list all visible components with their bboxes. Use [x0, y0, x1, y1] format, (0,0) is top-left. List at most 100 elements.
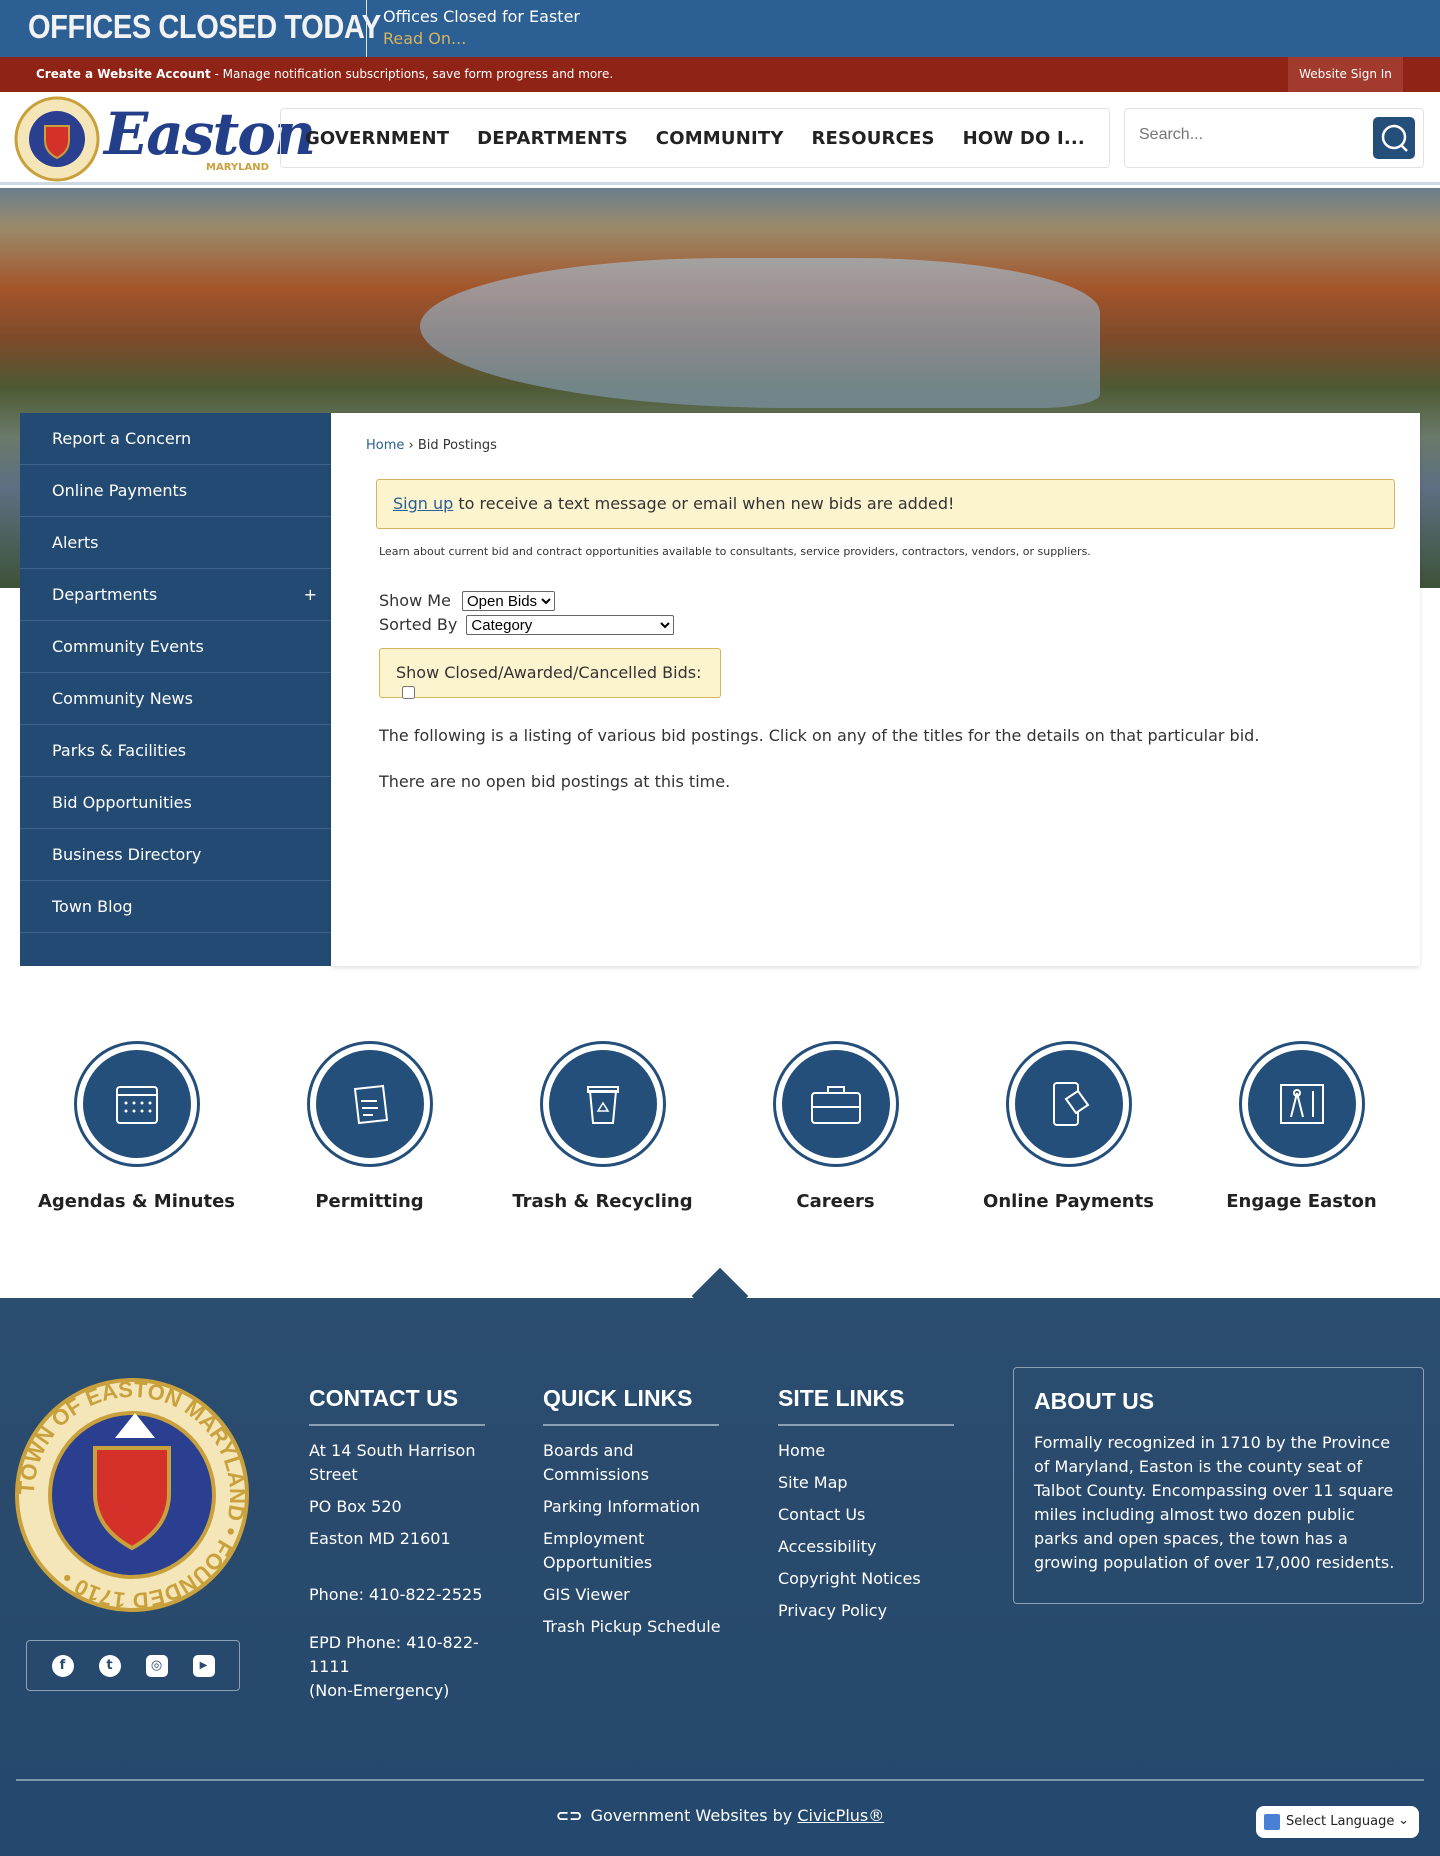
quick-link-label: Agendas & Minutes	[37, 1191, 236, 1212]
sidebar-item-label: Town Blog	[52, 897, 133, 916]
footer-link-privacy[interactable]: Privacy Policy	[778, 1599, 887, 1623]
sidebar-item-label: Community News	[52, 689, 193, 708]
quick-link-label: Trash & Recycling	[512, 1191, 693, 1212]
sidebar-item-report-a-concern[interactable]: Report a Concern	[20, 413, 331, 465]
recycle-bin-icon	[586, 1086, 619, 1124]
hero-river	[420, 258, 1100, 408]
expand-icon[interactable]: +	[304, 569, 317, 621]
show-me-select[interactable]: Open Bids	[462, 591, 555, 611]
show-me-row: Show Me Open Bids	[379, 591, 555, 611]
chevron-down-icon: ⌄	[1398, 1813, 1409, 1828]
contact-phone: Phone: 410-822-2525	[309, 1585, 483, 1604]
website-sign-in-button[interactable]: Website Sign In	[1288, 57, 1403, 92]
youtube-icon[interactable]: ▶	[192, 1654, 215, 1677]
select-language-label: Select Language	[1286, 1814, 1395, 1829]
sidebar-item-departments[interactable]: Departments +	[20, 569, 331, 621]
account-description: - Manage notification subscriptions, sav…	[210, 67, 614, 81]
sorted-by-select[interactable]: Category	[466, 615, 675, 635]
select-language-dropdown[interactable]: Select Language ⌄	[1256, 1806, 1419, 1838]
quick-links-heading: QUICK LINKS	[543, 1385, 719, 1426]
quick-link-trash-recycling[interactable]: Trash & Recycling	[486, 1041, 719, 1212]
sidebar-item-bid-opportunities[interactable]: Bid Opportunities	[20, 777, 331, 829]
site-links-heading: SITE LINKS	[778, 1385, 954, 1426]
intro-text: Learn about current bid and contract opp…	[379, 545, 1091, 558]
sidebar-item-business-directory[interactable]: Business Directory	[20, 829, 331, 881]
sorted-by-label: Sorted By	[379, 615, 458, 634]
footer-link-accessibility[interactable]: Accessibility	[778, 1535, 876, 1559]
town-seal: TOWN OF EASTON MARYLAND • FOUNDED 1710 •	[15, 1378, 249, 1612]
footer-link-boards[interactable]: Boards and Commissions	[543, 1439, 713, 1487]
logo-state: MARYLAND	[206, 162, 269, 173]
search-box	[1124, 108, 1424, 168]
quick-link-agendas-minutes[interactable]: Agendas & Minutes	[20, 1041, 253, 1212]
civicplus-link[interactable]: CivicPlus®	[797, 1806, 884, 1825]
nav-departments[interactable]: DEPARTMENTS	[477, 128, 628, 149]
alert-read-on-link[interactable]: Read On...	[383, 29, 466, 48]
signup-link[interactable]: Sign up	[393, 494, 453, 513]
signup-text: to receive a text message or email when …	[453, 494, 955, 513]
footer-link-trash-schedule[interactable]: Trash Pickup Schedule	[543, 1615, 721, 1639]
sidebar-item-label: Parks & Facilities	[52, 741, 187, 760]
footer-link-parking[interactable]: Parking Information	[543, 1495, 700, 1519]
site-header: Easton MARYLAND GOVERNMENT DEPARTMENTS C…	[0, 92, 1440, 185]
phone-payment-icon	[1052, 1082, 1089, 1126]
quick-link-label: Careers	[796, 1191, 875, 1212]
contact-non-emergency: (Non-Emergency)	[309, 1681, 450, 1700]
sidebar-item-community-events[interactable]: Community Events	[20, 621, 331, 673]
main-content: Home › Bid Postings Sign up to receive a…	[331, 413, 1420, 966]
breadcrumb-current: Bid Postings	[417, 438, 497, 453]
home-logo-link[interactable]: Easton MARYLAND	[14, 96, 316, 182]
town-seal-icon	[14, 96, 100, 182]
sidebar-item-parks-facilities[interactable]: Parks & Facilities	[20, 725, 331, 777]
contact-us-heading: CONTACT US	[309, 1385, 485, 1426]
show-closed-checkbox[interactable]	[402, 686, 415, 699]
briefcase-icon	[810, 1086, 861, 1124]
listing-description: The following is a listing of various bi…	[379, 726, 1260, 745]
sidebar-item-town-blog[interactable]: Town Blog	[20, 881, 331, 933]
footer-link-copyright[interactable]: Copyright Notices	[778, 1567, 921, 1591]
main-nav: GOVERNMENT DEPARTMENTS COMMUNITY RESOURC…	[280, 108, 1110, 168]
show-closed-box: Show Closed/Awarded/Cancelled Bids:	[379, 648, 721, 699]
nav-government[interactable]: GOVERNMENT	[305, 128, 449, 149]
footer-link-contact-us[interactable]: Contact Us	[778, 1503, 865, 1527]
twitter-icon[interactable]: t	[98, 1654, 121, 1677]
footer-link-gis[interactable]: GIS Viewer	[543, 1583, 630, 1607]
contact-po-box: PO Box 520	[309, 1497, 402, 1516]
quick-link-careers[interactable]: Careers	[719, 1041, 952, 1212]
sidebar-item-online-payments[interactable]: Online Payments	[20, 465, 331, 517]
footer-link-employment[interactable]: Employment Opportunities	[543, 1527, 693, 1575]
alert-title: OFFICES CLOSED TODAY	[28, 8, 381, 45]
instagram-icon[interactable]: ◎	[145, 1654, 168, 1677]
sidebar-item-label: Departments	[52, 585, 158, 604]
footer-link-home[interactable]: Home	[778, 1439, 825, 1463]
search-input[interactable]	[1139, 126, 1359, 144]
about-us-heading: ABOUT US	[1034, 1388, 1155, 1414]
breadcrumb-home[interactable]: Home	[366, 438, 404, 453]
social-links: f t ◎ ▶	[26, 1640, 240, 1691]
about-us-box: ABOUT US Formally recognized in 1710 by …	[1013, 1367, 1424, 1604]
blueprint-icon	[1279, 1084, 1324, 1124]
nav-how-do-i[interactable]: HOW DO I...	[963, 128, 1085, 149]
breadcrumb: Home › Bid Postings	[366, 438, 497, 453]
quick-link-permitting[interactable]: Permitting	[253, 1041, 486, 1212]
nav-resources[interactable]: RESOURCES	[812, 128, 935, 149]
sidebar-item-label: Business Directory	[52, 845, 202, 864]
quick-link-online-payments[interactable]: Online Payments	[952, 1041, 1185, 1212]
nav-community[interactable]: COMMUNITY	[656, 128, 784, 149]
contact-city: Easton MD 21601	[309, 1529, 451, 1548]
quick-link-engage-easton[interactable]: Engage Easton	[1185, 1041, 1418, 1212]
search-button[interactable]	[1373, 117, 1415, 159]
sidebar-item-community-news[interactable]: Community News	[20, 673, 331, 725]
sidebar-item-label: Community Events	[52, 637, 204, 656]
contact-address: At 14 South Harrison Street	[309, 1441, 476, 1484]
sidebar-menu: Report a Concern Online Payments Alerts …	[20, 413, 331, 966]
quick-link-label: Online Payments	[983, 1191, 1154, 1212]
create-account-link[interactable]: Create a Website Account	[36, 67, 211, 81]
show-me-label: Show Me	[379, 591, 451, 610]
sidebar-item-label: Bid Opportunities	[52, 793, 192, 812]
no-bids-message: There are no open bid postings at this t…	[379, 772, 731, 791]
google-translate-icon	[1264, 1814, 1280, 1830]
facebook-icon[interactable]: f	[51, 1654, 74, 1677]
sidebar-item-alerts[interactable]: Alerts	[20, 517, 331, 569]
footer-link-site-map[interactable]: Site Map	[778, 1471, 848, 1495]
